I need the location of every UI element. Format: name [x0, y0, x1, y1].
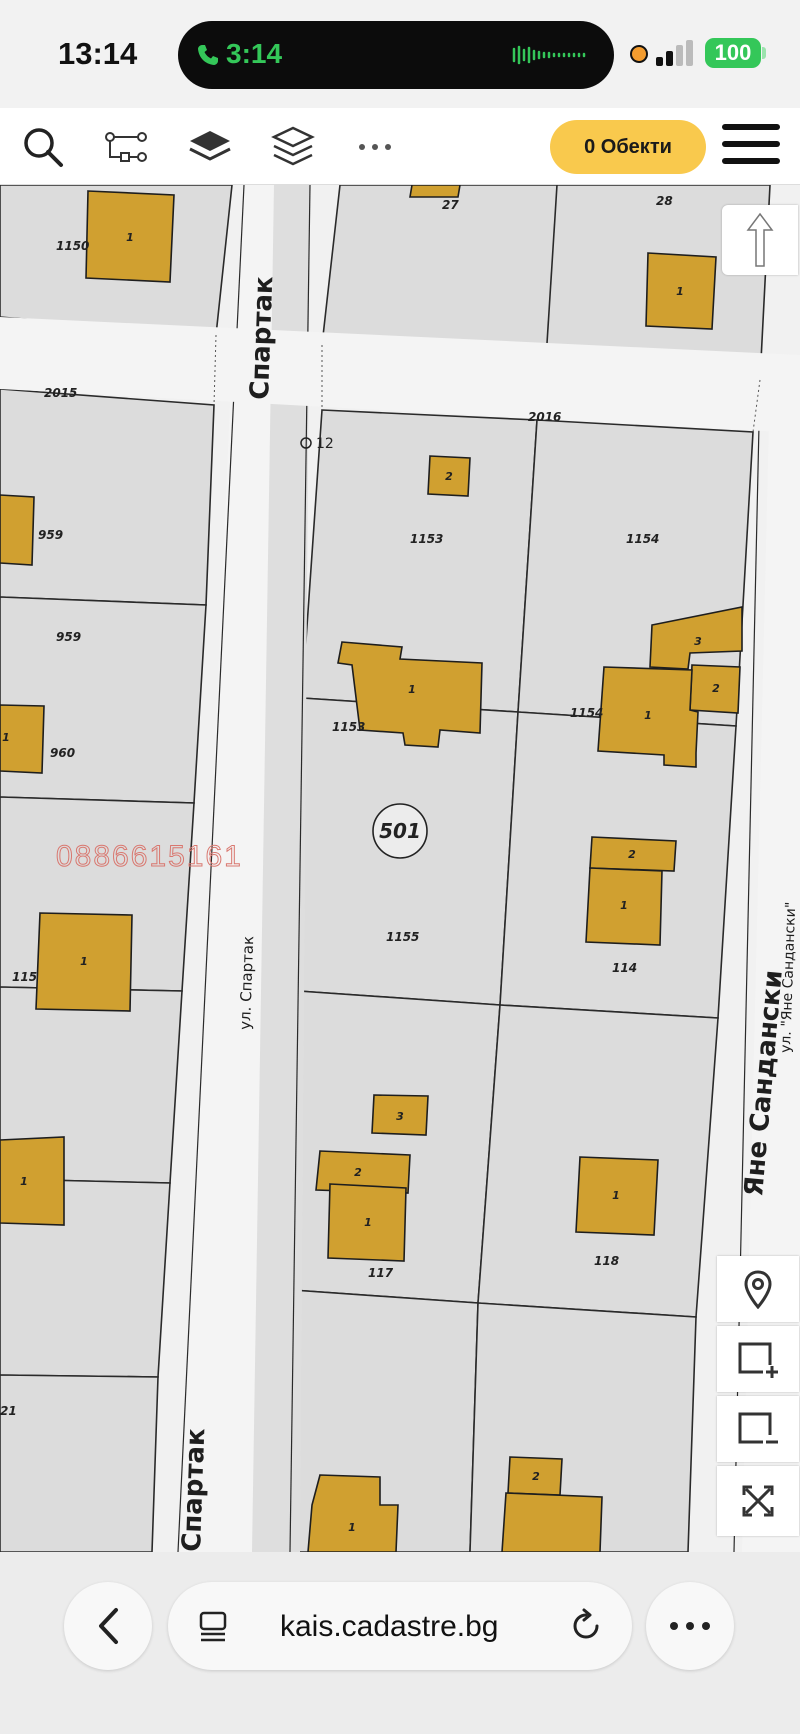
zoom-out-area-icon[interactable] [717, 1396, 799, 1462]
north-arrow-icon[interactable] [722, 205, 798, 275]
phone-icon [198, 45, 218, 65]
map-toolbar: 0 Обекти [0, 108, 800, 185]
label-118: 118 [594, 1254, 619, 1268]
search-icon[interactable] [20, 124, 66, 170]
bldg-num: 1 [2, 731, 10, 744]
more-options-button[interactable] [646, 1582, 734, 1670]
label-28: 28 [656, 194, 673, 208]
label-2015: 2015 [44, 386, 77, 400]
label-1153-b: 1153 [332, 720, 365, 734]
menu-icon[interactable] [722, 124, 780, 170]
label-960: 960 [50, 746, 75, 760]
clock: 13:14 [58, 36, 138, 71]
audio-wave-icon [512, 45, 586, 65]
bldg-num: 2 [712, 682, 720, 695]
layers-icon[interactable] [270, 124, 316, 170]
bldg-num: 1 [620, 899, 628, 912]
street-spartak-bottom: Спартак [177, 1427, 211, 1552]
label-959-b: 959 [56, 630, 81, 644]
label-117: 117 [368, 1266, 394, 1280]
objects-button[interactable]: 0 Обекти [550, 120, 706, 174]
building-27 [409, 185, 461, 198]
phone-watermark: 0886615161 [56, 840, 243, 874]
bldg-num: 1 [348, 1521, 356, 1534]
route-icon[interactable] [103, 124, 149, 170]
call-indicator: 3:14 [196, 38, 282, 70]
label-959-a: 959 [38, 528, 63, 542]
label-1154-b: 1154 [570, 706, 603, 720]
layer-filled-icon[interactable] [187, 124, 233, 170]
bldg-num: 1 [20, 1175, 28, 1188]
zoom-in-area-icon[interactable] [717, 1326, 799, 1392]
bldg-num: 1 [80, 955, 88, 968]
street-spartak-top: Спартак [245, 275, 279, 400]
parcel-left-7 [0, 1374, 159, 1552]
bldg-num: 1 [612, 1189, 620, 1202]
url-text[interactable]: kais.cadastre.bg [280, 1610, 498, 1644]
battery-tip [762, 47, 766, 59]
ellipsis-icon [670, 1622, 710, 1630]
more-icon[interactable] [352, 124, 398, 170]
label-1153: 1153 [410, 532, 443, 546]
cadastral-map[interactable]: 501 1150 27 28 2015 2016 12 959 959 960 … [0, 185, 800, 1552]
address-bar[interactable]: kais.cadastre.bg [168, 1582, 632, 1670]
label-115: 115 [12, 970, 37, 984]
bldg-num: 3 [694, 635, 702, 648]
battery-indicator: 100 [705, 38, 761, 68]
building-bottom-1 [501, 1492, 603, 1552]
label-1154: 1154 [626, 532, 659, 546]
bldg-num: 1 [644, 709, 652, 722]
call-duration: 3:14 [226, 38, 283, 69]
label-1150: 1150 [56, 239, 89, 253]
label-point-12: 12 [316, 436, 334, 452]
signal-icon [656, 40, 693, 66]
bldg-num: 2 [532, 1470, 540, 1483]
browser-bar: kais.cadastre.bg [0, 1552, 800, 1734]
status-bar: 13:14 3:14 100 [0, 0, 800, 108]
bldg-num: 2 [628, 848, 636, 861]
page-menu-icon[interactable] [198, 1610, 230, 1642]
label-1155: 1155 [386, 930, 419, 944]
block-number: 501 [379, 819, 421, 843]
bldg-num: 1 [408, 683, 416, 696]
recording-indicator [630, 45, 648, 63]
chevron-left-icon [99, 1608, 118, 1644]
bldg-num: 1 [126, 231, 134, 244]
bldg-num: 1 [676, 285, 684, 298]
back-button[interactable] [64, 1582, 152, 1670]
location-pin-icon[interactable] [717, 1256, 799, 1322]
label-21: 21 [0, 1404, 17, 1418]
building-959 [0, 494, 35, 566]
bldg-num: 2 [354, 1166, 362, 1179]
label-27: 27 [442, 198, 459, 212]
dynamic-island-call[interactable]: 3:14 [178, 21, 614, 89]
bldg-num: 3 [396, 1110, 404, 1123]
bldg-num: 1 [364, 1216, 372, 1229]
street-spartak-mid: ул. Спартак [236, 936, 257, 1031]
fit-extent-icon[interactable] [717, 1466, 799, 1536]
bldg-num: 2 [445, 470, 453, 483]
reload-icon[interactable] [568, 1608, 604, 1644]
building-left-5 [0, 1136, 65, 1226]
label-2016: 2016 [528, 410, 561, 424]
label-114: 114 [612, 961, 637, 975]
